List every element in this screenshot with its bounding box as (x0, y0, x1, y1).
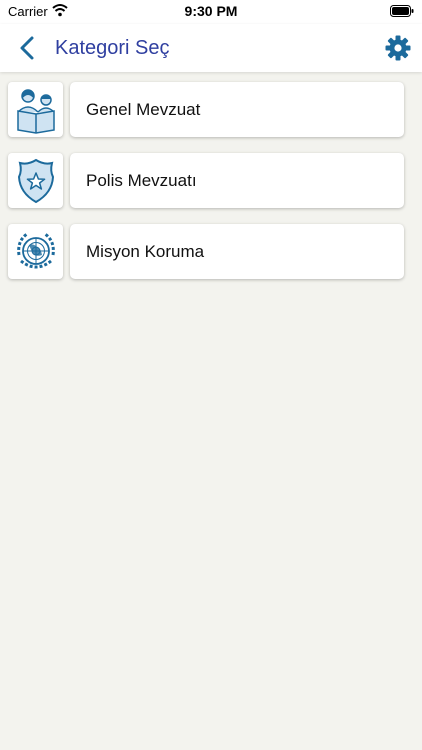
category-label: Misyon Koruma (86, 242, 205, 261)
chevron-left-icon (20, 36, 34, 60)
gear-icon (385, 35, 411, 61)
category-label: Polis Mevzuatı (86, 171, 197, 190)
navigation-bar: Kategori Seç (0, 24, 422, 72)
category-card[interactable]: Misyon Koruma (70, 224, 404, 279)
page-title: Kategori Seç (55, 37, 170, 59)
battery-icon (390, 5, 414, 17)
category-row-genel-mevzuat: Genel Mevzuat (8, 82, 406, 139)
category-card[interactable]: Polis Mevzuatı (70, 153, 404, 208)
category-row-misyon-koruma: Misyon Koruma (8, 224, 406, 281)
people-reading-icon (16, 88, 55, 134)
un-emblem-icon (16, 232, 55, 268)
category-thumbnail (8, 224, 63, 279)
clock: 9:30 PM (184, 3, 238, 19)
status-bar: Carrier 9:30 PM (0, 0, 422, 24)
category-row-polis-mevzuati: Polis Mevzuatı (8, 153, 406, 210)
category-card[interactable]: Genel Mevzuat (70, 82, 404, 137)
category-thumbnail (8, 82, 63, 137)
category-thumbnail (8, 153, 63, 208)
category-label: Genel Mevzuat (86, 100, 201, 119)
back-button[interactable] (14, 34, 42, 62)
settings-button[interactable] (384, 34, 412, 62)
police-badge-icon (17, 158, 54, 203)
